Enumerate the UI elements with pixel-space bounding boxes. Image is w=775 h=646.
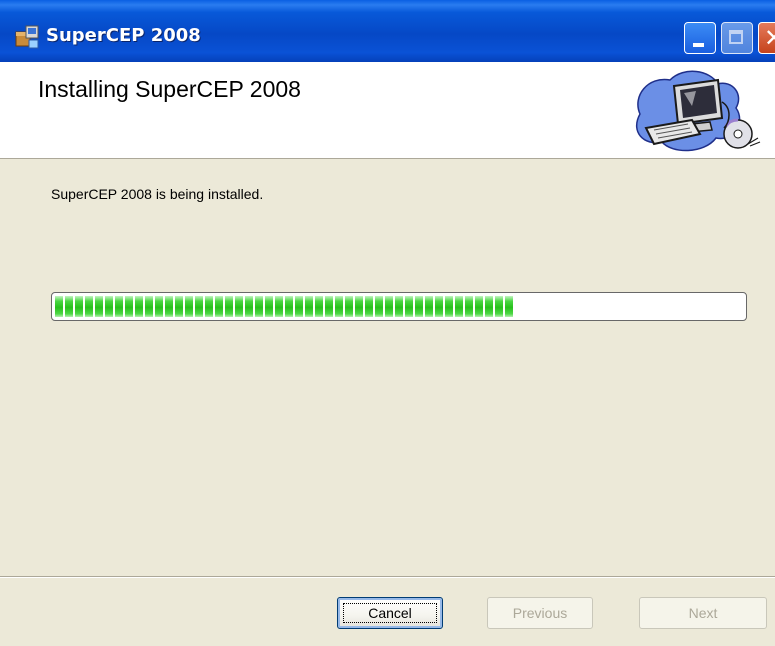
footer-divider <box>0 576 775 578</box>
computer-cd-icon <box>626 62 766 158</box>
title-bar[interactable]: SuperCEP 2008 ✕ <box>0 0 775 62</box>
installer-window: SuperCEP 2008 ✕ Installing SuperCEP 2008 <box>0 0 775 646</box>
page-title: Installing SuperCEP 2008 <box>38 76 301 102</box>
previous-button-label: Previous <box>512 605 568 621</box>
progress-fill <box>55 296 513 317</box>
close-button[interactable]: ✕ <box>758 22 775 54</box>
next-button-label: Next <box>688 605 718 621</box>
maximize-button <box>721 22 753 54</box>
install-status-text: SuperCEP 2008 is being installed. <box>51 186 264 202</box>
install-progress-bar <box>51 292 747 321</box>
minimize-button[interactable] <box>684 22 716 54</box>
previous-button: Previous <box>487 597 593 629</box>
cancel-button-label: Cancel <box>368 605 412 621</box>
minimize-icon <box>693 43 704 47</box>
window-title: SuperCEP 2008 <box>46 25 201 46</box>
next-button: Next <box>639 597 767 629</box>
maximize-icon <box>729 30 743 44</box>
installer-box-icon <box>14 24 40 50</box>
header-banner: Installing SuperCEP 2008 <box>0 62 775 159</box>
cancel-button[interactable]: Cancel <box>337 597 443 629</box>
close-icon: ✕ <box>764 24 775 52</box>
